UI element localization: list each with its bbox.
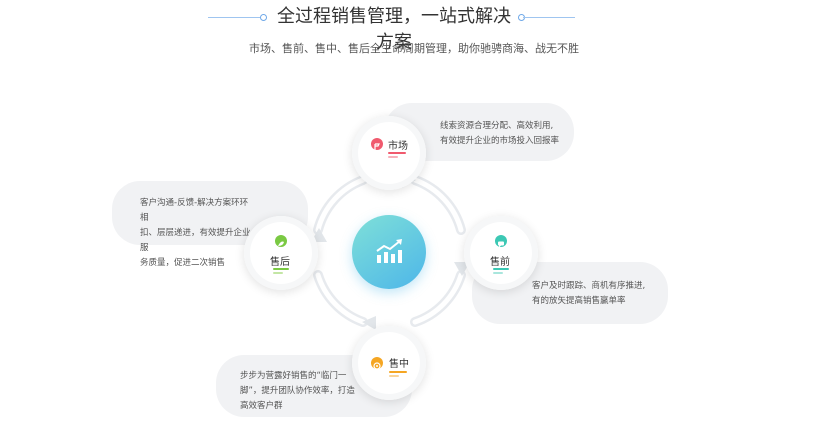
- insale-label: 售中: [389, 359, 409, 370]
- presale-accent-bar-light: [493, 272, 503, 274]
- chat-icon: [495, 235, 507, 248]
- aftersale-label: 售后: [270, 257, 290, 268]
- insale-accent-bar: [389, 371, 407, 373]
- insale-node[interactable]: 售中: [352, 326, 426, 400]
- presale-label: 售前: [490, 257, 510, 268]
- market-accent-bar: [388, 152, 406, 154]
- insale-accent-bar-light: [389, 375, 399, 377]
- market-label: 市场: [388, 141, 408, 152]
- aftersale-accent-bar: [273, 268, 289, 270]
- aftersale-accent-bar-light: [273, 272, 283, 274]
- center-hub: [352, 215, 426, 289]
- flag-icon: [371, 138, 383, 150]
- leaf-icon: [275, 235, 287, 247]
- aftersale-node[interactable]: 售后: [244, 216, 318, 290]
- presale-node[interactable]: 售前: [464, 216, 538, 290]
- market-node[interactable]: 市场: [352, 116, 426, 190]
- smile-icon: [371, 357, 383, 370]
- trend-chart-icon: [376, 239, 402, 263]
- market-accent-bar-light: [388, 156, 398, 158]
- presale-accent-bar: [493, 268, 509, 270]
